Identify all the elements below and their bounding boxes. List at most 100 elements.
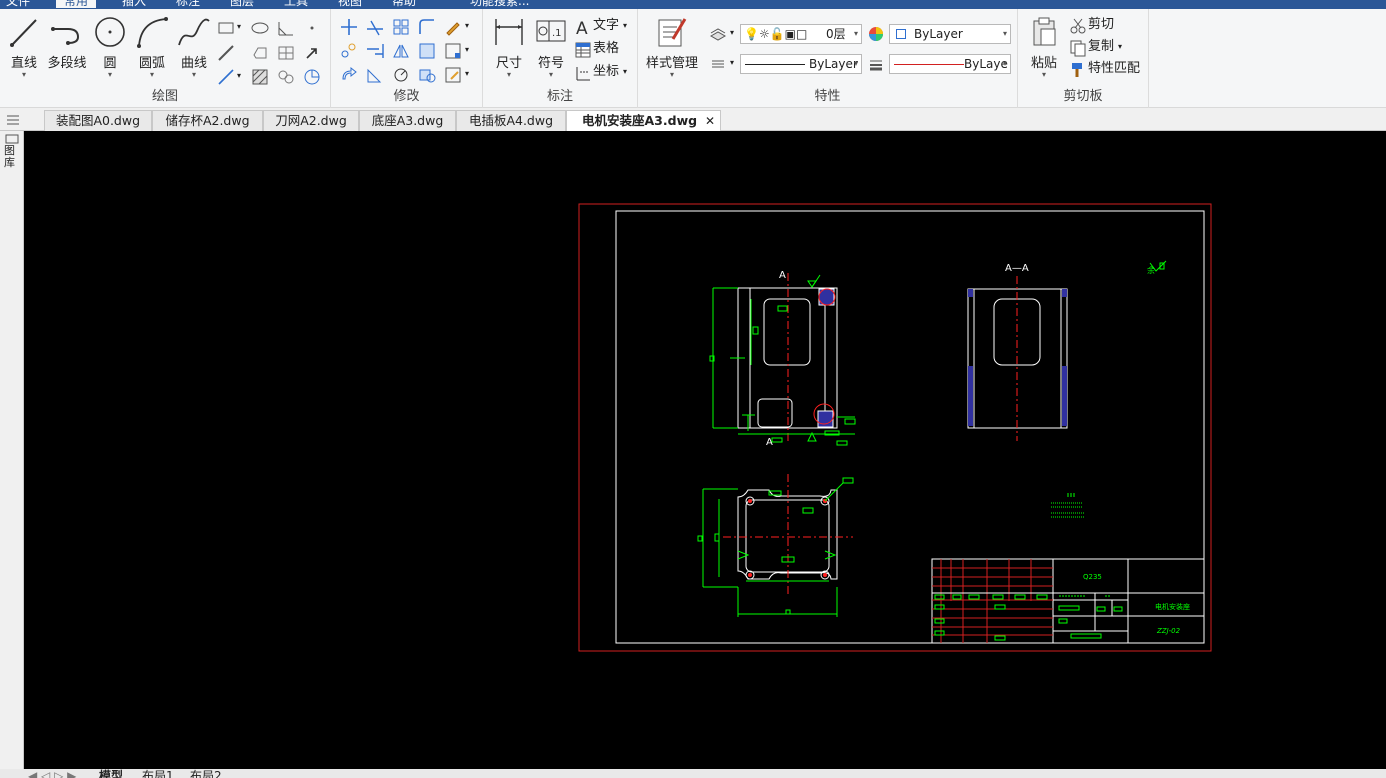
polyline-button[interactable]: 多段线 — [46, 15, 88, 71]
menu-help[interactable]: 帮助 — [392, 0, 416, 8]
trim-icon[interactable] — [365, 17, 385, 37]
lineweight-combo[interactable]: ByLaye ▾ — [889, 54, 1011, 74]
lineweight-icon[interactable] — [866, 54, 886, 74]
dropdown-arrow-icon[interactable]: ▾ — [465, 65, 469, 83]
angle-icon[interactable] — [276, 18, 296, 38]
mirror-icon[interactable] — [391, 41, 411, 61]
arc-icon — [137, 17, 168, 48]
copy-object-icon[interactable] — [339, 41, 359, 61]
symbol-button[interactable]: .1 符号 ▾ — [531, 15, 571, 79]
edit-block-icon[interactable] — [443, 65, 463, 85]
front-view[interactable]: A A — [709, 270, 856, 448]
dropdown-arrow-icon[interactable]: ▾ — [237, 18, 241, 36]
tab-power-strip[interactable]: 电插板A4.dwg — [456, 110, 566, 131]
table-icon[interactable] — [573, 40, 593, 60]
cad-drawing[interactable]: A A A—A 余 Q235 电机安装座 ZZJ-02 — [25, 131, 1386, 769]
copy-icon[interactable] — [1068, 38, 1088, 58]
menu-tools[interactable]: 工具 — [284, 0, 308, 8]
cut-button[interactable]: 剪切 — [1088, 16, 1114, 34]
annotate-group: 尺寸 ▾ .1 符号 ▾ A 文字 ▾ 表格 坐标 ▾ 标注 — [483, 9, 638, 108]
dropdown-arrow-icon[interactable]: ▾ — [465, 41, 469, 59]
menu-home[interactable]: 常用 — [56, 0, 97, 8]
linetype-icon[interactable] — [708, 54, 728, 74]
dropdown-arrow-icon[interactable]: ▾ — [623, 63, 627, 81]
tab-base[interactable]: 底座A3.dwg — [359, 110, 456, 131]
pointer-arrow-icon[interactable] — [302, 43, 322, 63]
table-button[interactable]: 表格 — [593, 40, 619, 58]
tab-assembly[interactable]: 装配图A0.dwg — [44, 110, 152, 131]
dimension-button[interactable]: 尺寸 ▾ — [489, 15, 529, 79]
arc-button[interactable]: 圆弧 ▾ — [132, 15, 172, 79]
menu-view[interactable]: 视图 — [338, 0, 362, 8]
explode-icon[interactable] — [391, 65, 411, 85]
paste-button[interactable]: 粘贴 ▾ — [1024, 15, 1064, 79]
copy-button[interactable]: 复制 — [1088, 38, 1114, 56]
text-button[interactable]: 文字 — [593, 17, 619, 35]
color-wheel-icon[interactable] — [866, 24, 886, 44]
wipeout-icon[interactable] — [302, 67, 322, 87]
feature-search[interactable]: 功能搜索... — [470, 0, 529, 8]
title-block[interactable]: Q235 电机安装座 ZZJ-02 — [931, 558, 1205, 644]
section-view-a-a[interactable]: A—A — [967, 263, 1068, 441]
block-icon[interactable] — [417, 65, 437, 85]
region-icon[interactable] — [250, 43, 270, 63]
text-icon[interactable]: A — [573, 17, 593, 37]
array-icon[interactable] — [391, 17, 411, 37]
nav-arrows-icon[interactable]: ◀ ◁ ▷ ▶ — [28, 769, 76, 778]
cloud-icon[interactable] — [276, 67, 296, 87]
coordinate-icon[interactable] — [573, 63, 593, 83]
tab-list-icon[interactable] — [4, 111, 22, 129]
style-manager-button[interactable]: 样式管理 ▾ — [644, 15, 700, 79]
color-combo[interactable]: ByLayer ▾ — [889, 24, 1011, 44]
linetype-combo[interactable]: ByLayer ▾ — [740, 54, 862, 74]
construction-line-icon[interactable] — [216, 43, 236, 63]
move-icon[interactable] — [339, 17, 359, 37]
tab-blade-mesh[interactable]: 刀网A2.dwg — [263, 110, 359, 131]
match-properties-button[interactable]: 特性匹配 — [1088, 60, 1140, 78]
color-swatch — [896, 29, 906, 39]
tab-storage-cup[interactable]: 储存杯A2.dwg — [152, 110, 263, 131]
tab-layout-2[interactable]: 布局2 — [190, 769, 222, 778]
table-grid-icon[interactable] — [276, 43, 296, 63]
close-icon[interactable]: ✕ — [705, 111, 715, 131]
layer-combo[interactable]: 💡☼🔓▣□ 0层 ▾ — [740, 24, 862, 44]
dropdown-arrow-icon[interactable]: ▾ — [623, 17, 627, 35]
menu-file[interactable]: 文件 — [6, 0, 30, 8]
dropdown-arrow-icon: ▾ — [669, 70, 674, 79]
library-side-panel[interactable]: 图库 — [0, 131, 24, 778]
rectangle-icon[interactable] — [216, 18, 236, 38]
ray-icon[interactable] — [216, 67, 236, 87]
dropdown-arrow-icon[interactable]: ▾ — [730, 54, 734, 72]
dropdown-arrow-icon[interactable]: ▾ — [730, 24, 734, 42]
dropdown-arrow-icon[interactable]: ▾ — [1118, 38, 1122, 56]
menu-insert[interactable]: 插入 — [122, 0, 146, 8]
erase-pencil-icon[interactable] — [443, 17, 463, 37]
menu-annotate[interactable]: 标注 — [176, 0, 200, 8]
coordinate-button[interactable]: 坐标 — [593, 63, 619, 81]
offset-icon[interactable] — [417, 41, 437, 61]
material-text: Q235 — [1083, 573, 1102, 581]
tab-layout-1[interactable]: 布局1 — [142, 769, 174, 778]
tab-motor-mount[interactable]: 电机安装座A3.dwg ✕ — [566, 110, 721, 132]
point-icon[interactable] — [302, 18, 322, 38]
fillet-icon[interactable] — [417, 17, 437, 37]
rotate-icon[interactable] — [339, 65, 359, 85]
menu-layer[interactable]: 图层 — [230, 0, 254, 8]
spline-button[interactable]: 曲线 ▾ — [174, 15, 214, 79]
scissors-icon[interactable] — [1068, 16, 1088, 36]
stretch-icon[interactable] — [443, 41, 463, 61]
line-button[interactable]: 直线 ▾ — [4, 15, 44, 79]
drawing-canvas[interactable]: A A A—A 余 Q235 电机安装座 ZZJ-02 — [25, 131, 1386, 769]
top-view[interactable] — [697, 474, 854, 617]
tab-model[interactable]: 模型 — [99, 769, 123, 778]
dropdown-arrow-icon[interactable]: ▾ — [465, 17, 469, 35]
hatch-icon[interactable] — [250, 67, 270, 87]
ellipse-icon[interactable] — [250, 18, 270, 38]
circle-button[interactable]: 圆 ▾ — [90, 15, 130, 79]
dropdown-arrow-icon[interactable]: ▾ — [237, 67, 241, 85]
scale-icon[interactable] — [365, 65, 385, 85]
cad-application: 文件 常用 插入 标注 图层 工具 视图 帮助 功能搜索... 直线 ▾ 多段线… — [0, 0, 1386, 778]
extend-icon[interactable] — [365, 41, 385, 61]
match-properties-icon[interactable] — [1068, 60, 1088, 80]
layer-manager-icon[interactable] — [708, 24, 728, 44]
